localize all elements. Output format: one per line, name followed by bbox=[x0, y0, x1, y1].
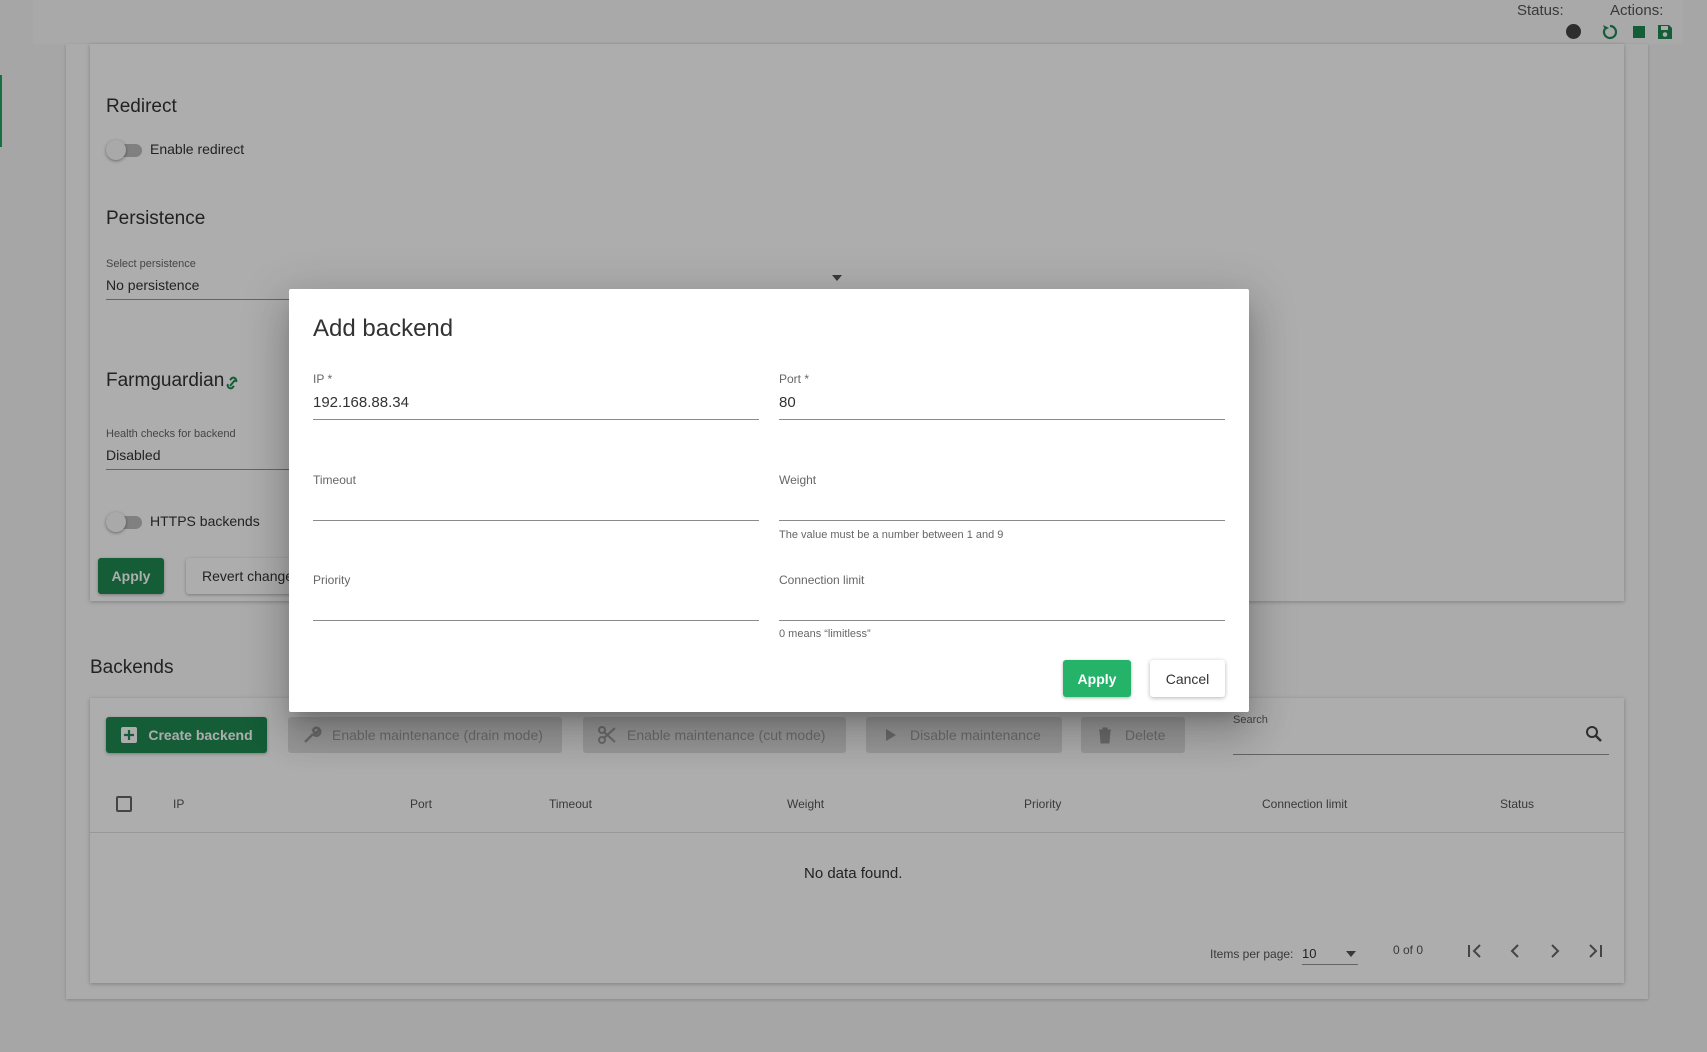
port-underline bbox=[779, 419, 1225, 420]
ip-input[interactable]: 192.168.88.34 bbox=[313, 394, 409, 411]
weight-hint: The value must be a number between 1 and… bbox=[779, 529, 1004, 541]
connection-limit-underline bbox=[779, 620, 1225, 621]
dialog-apply-button[interactable]: Apply bbox=[1063, 660, 1131, 697]
dialog-cancel-button[interactable]: Cancel bbox=[1150, 660, 1225, 697]
ip-label: IP * bbox=[313, 372, 333, 386]
connection-limit-input[interactable] bbox=[779, 589, 1225, 619]
timeout-label: Timeout bbox=[313, 473, 356, 487]
connection-limit-label: Connection limit bbox=[779, 573, 865, 587]
port-input[interactable]: 80 bbox=[779, 394, 796, 411]
priority-input[interactable] bbox=[313, 589, 759, 619]
timeout-input[interactable] bbox=[313, 489, 759, 519]
connection-limit-hint: 0 means “limitless” bbox=[779, 628, 871, 640]
timeout-underline bbox=[313, 520, 759, 521]
weight-input[interactable] bbox=[779, 489, 1225, 519]
weight-label: Weight bbox=[779, 473, 817, 487]
dialog-title: Add backend bbox=[313, 315, 454, 342]
priority-label: Priority bbox=[313, 573, 351, 587]
ip-underline bbox=[313, 419, 759, 420]
add-backend-dialog: Add backend IP * 192.168.88.34 Port * 80… bbox=[289, 289, 1249, 712]
port-label: Port * bbox=[779, 372, 810, 386]
priority-underline bbox=[313, 620, 759, 621]
weight-underline bbox=[779, 520, 1225, 521]
